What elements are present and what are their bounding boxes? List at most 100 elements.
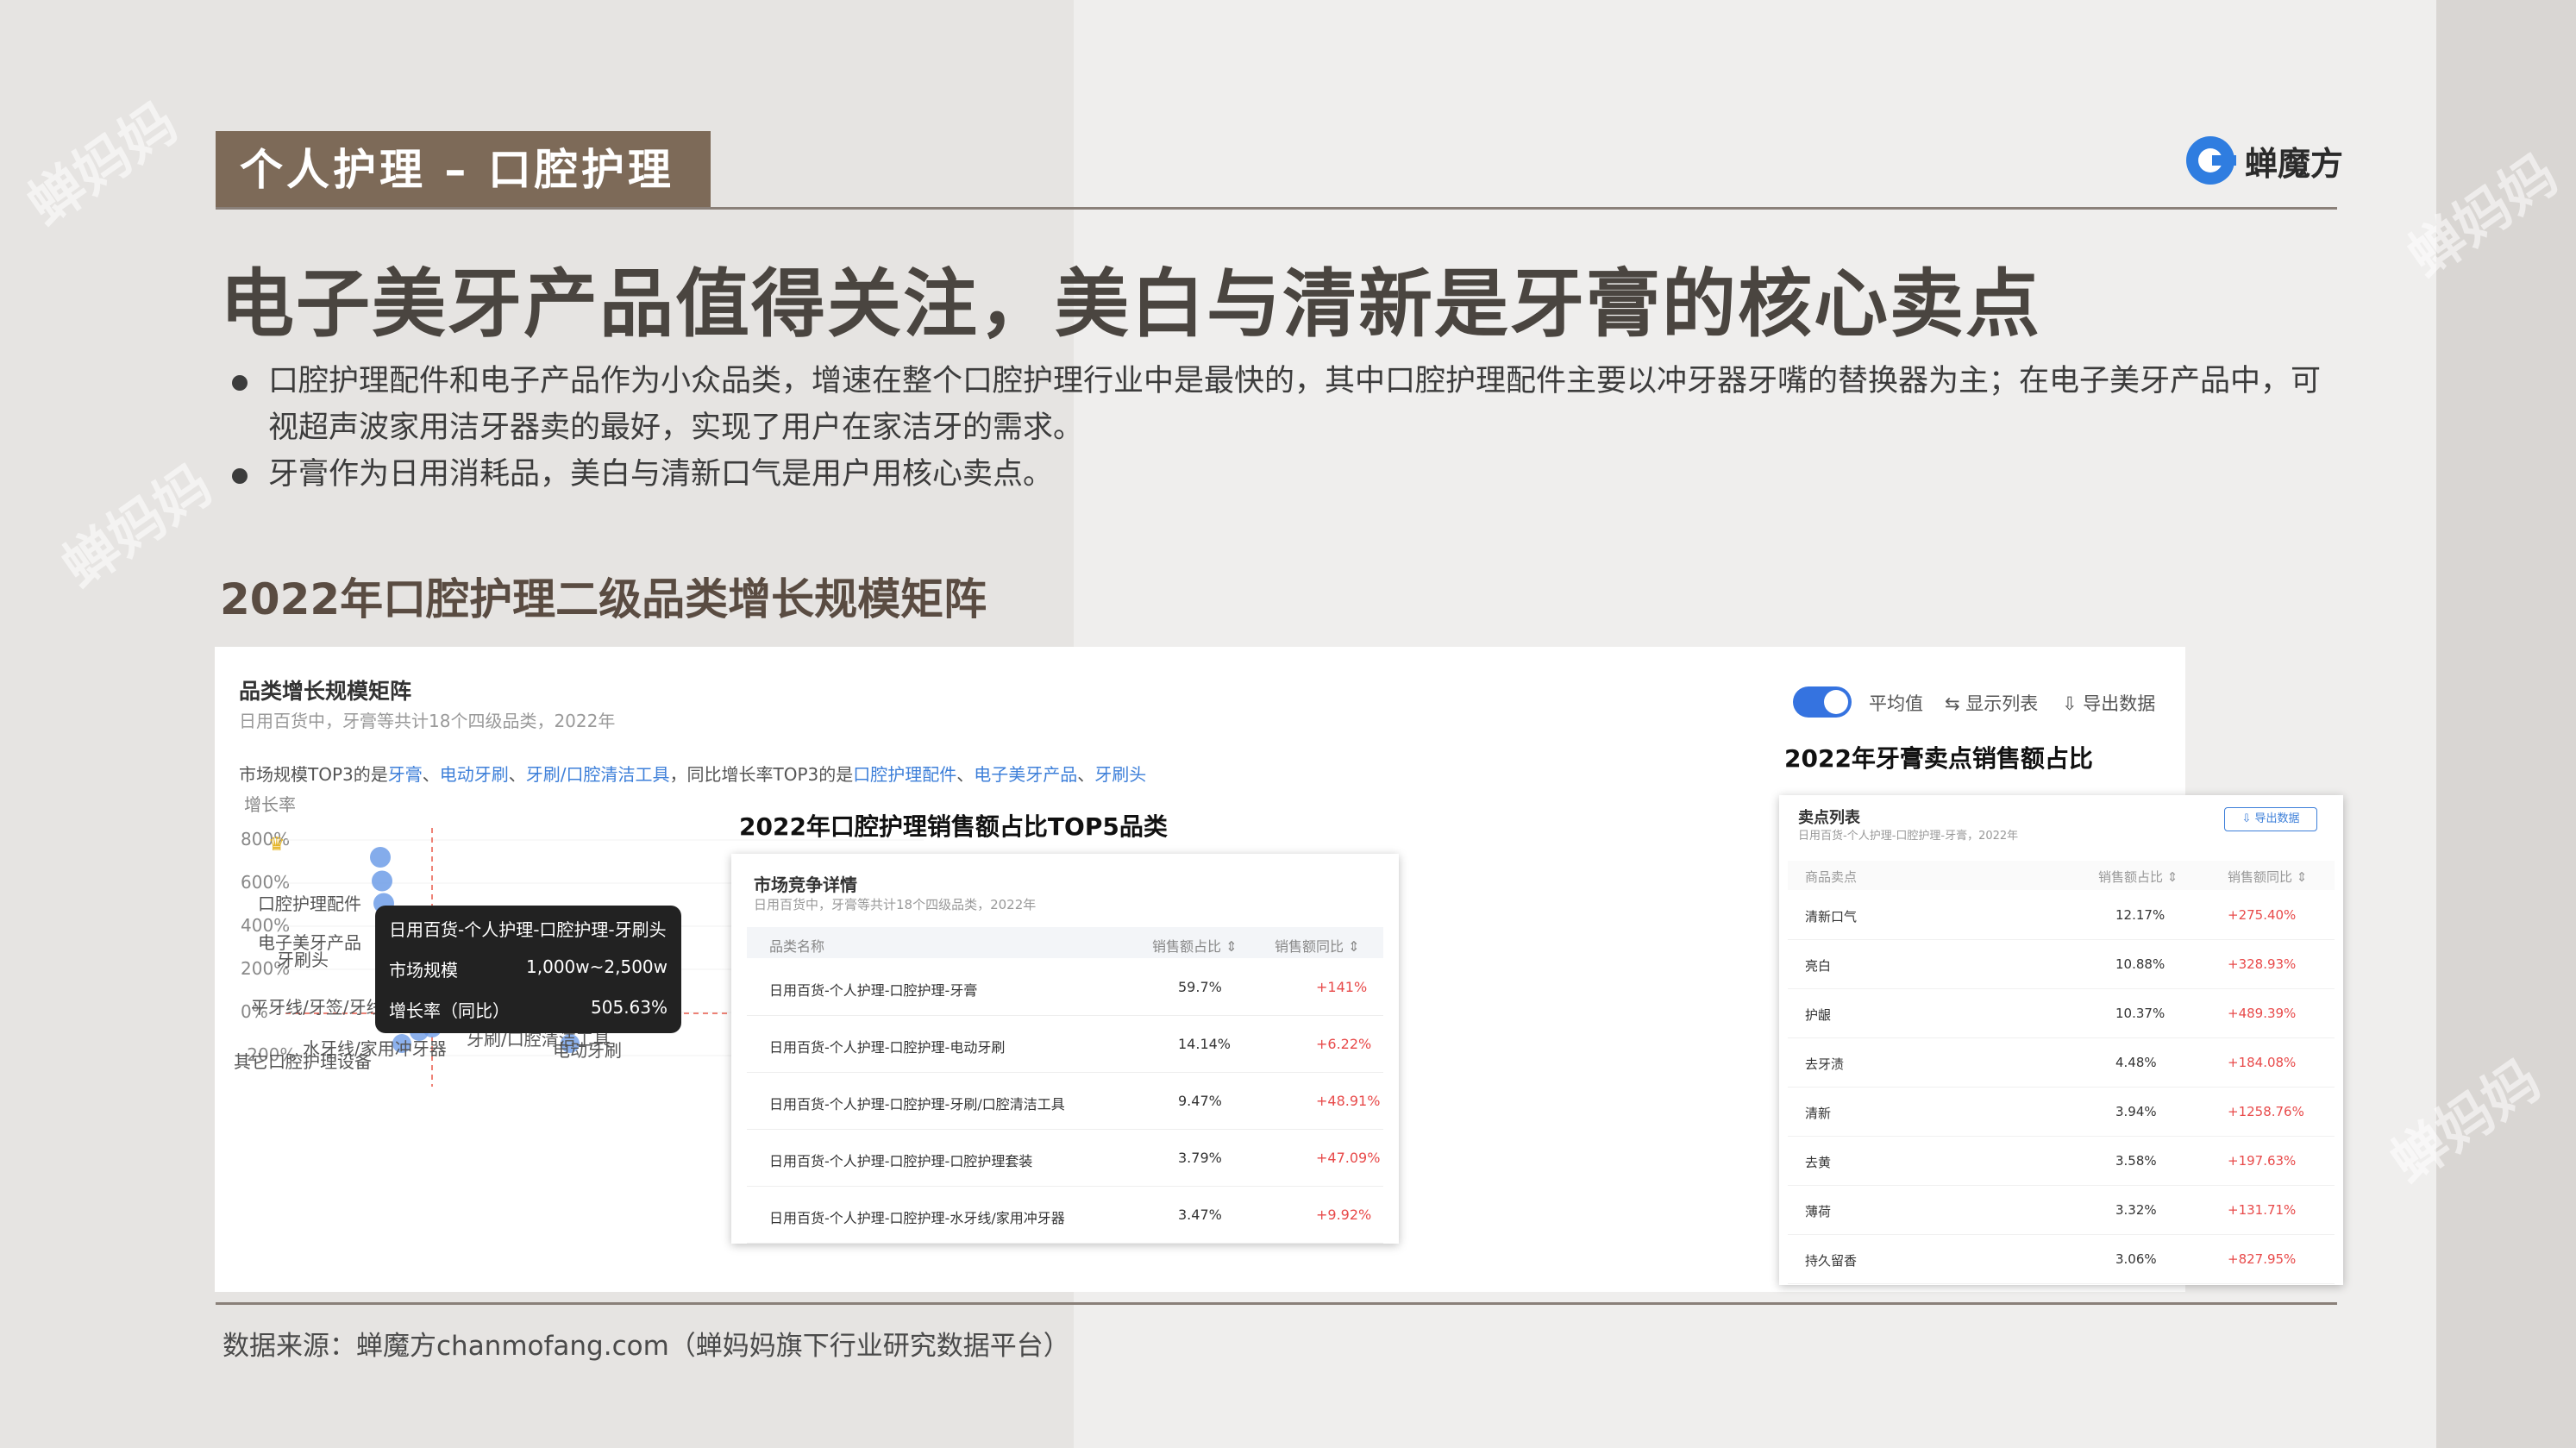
table-row[interactable]: 清新 3.94% +1258.76%	[1788, 1087, 2335, 1137]
sales-yoy: +141%	[1316, 979, 1368, 995]
column-header[interactable]: 销售额同比 ⇕	[2228, 868, 2307, 886]
card-title: 卖点列表	[1798, 809, 1860, 827]
table-row[interactable]: 日用百货-个人护理-口腔护理-牙膏 59.7% +141%	[747, 958, 1383, 1016]
sales-yoy: +131.71%	[2228, 1202, 2297, 1218]
data-point	[370, 847, 391, 868]
table-row[interactable]: 清新口气 12.17% +275.40%	[1788, 890, 2335, 940]
selling-point: 清新	[1805, 1106, 1832, 1121]
right-table-heading: 2022年牙膏卖点销售额占比	[1784, 744, 2093, 773]
sales-yoy: +47.09%	[1316, 1150, 1381, 1166]
section-title: 2022年口腔护理二级品类增长规模矩阵	[220, 574, 987, 624]
source-note: 数据来源：蝉魔方chanmofang.com（蝉妈妈旗下行业研究数据平台）	[223, 1331, 1070, 1362]
sales-share: 3.79%	[1178, 1150, 1222, 1166]
table-row[interactable]: 日用百货-个人护理-口腔护理-口腔护理套装 3.79% +47.09%	[747, 1129, 1383, 1187]
category-name: 日用百货-个人护理-口腔护理-牙膏	[769, 982, 978, 999]
point-label: 牙刷头	[277, 950, 329, 970]
table-row[interactable]: 去牙渍 4.48% +184.08%	[1788, 1037, 2335, 1088]
brand-logo: 蝉魔方	[2186, 136, 2343, 185]
category-name: 日用百货-个人护理-口腔护理-电动牙刷	[769, 1039, 1006, 1056]
category-link[interactable]: 牙刷头	[1094, 764, 1146, 785]
matrix-subtitle: 日用百货中，牙膏等共计18个四级品类，2022年	[239, 711, 616, 731]
category-link[interactable]: 牙刷/口腔清洁工具	[526, 764, 670, 785]
selling-point: 去黄	[1805, 1155, 1832, 1170]
sales-share: 3.06%	[2115, 1251, 2157, 1267]
section-tag: 个人护理 – 口腔护理	[216, 131, 711, 209]
sales-share: 4.48%	[2115, 1055, 2157, 1070]
tooltip-key: 增长率（同比）	[389, 1000, 510, 1021]
table-row[interactable]: 亮白 10.88% +328.93%	[1788, 939, 2335, 989]
selling-point: 亮白	[1805, 958, 1832, 974]
sales-yoy: +1258.76%	[2228, 1104, 2304, 1119]
selling-point: 去牙渍	[1805, 1056, 1845, 1072]
header-divider	[216, 207, 2337, 210]
summary-text: 市场规模TOP3的是	[239, 764, 388, 785]
card-subtitle: 日用百货-个人护理-口腔护理-牙膏，2022年	[1798, 830, 2019, 843]
table-row[interactable]: 薄荷 3.32% +131.71%	[1788, 1185, 2335, 1235]
export-data-button[interactable]: ⇩ 导出数据	[2224, 807, 2317, 831]
tooltip-value: 1,000w~2,500w	[526, 956, 668, 977]
data-point	[372, 870, 392, 892]
selling-point: 护龈	[1805, 1007, 1832, 1023]
table-header: 商品卖点 销售额占比 ⇕ 销售额同比 ⇕	[1788, 861, 2335, 890]
point-label: 其它口腔护理设备	[234, 1051, 372, 1072]
average-toggle[interactable]	[1793, 686, 1852, 718]
sales-share: 3.32%	[2115, 1202, 2157, 1218]
column-header: 商品卖点	[1805, 869, 1858, 885]
logo-icon	[2186, 136, 2236, 185]
bullet-item: 口腔护理配件和电子产品作为小众品类，增速在整个口腔护理行业中是最快的，其中口腔护…	[229, 358, 2333, 451]
table-row[interactable]: 持久留香 3.06% +827.95%	[1788, 1234, 2335, 1284]
watermark: 蝉妈妈	[51, 453, 224, 601]
sales-share: 3.47%	[1178, 1207, 1222, 1223]
sales-share: 59.7%	[1178, 979, 1222, 995]
export-data-button[interactable]: ⇩ 导出数据	[2062, 690, 2155, 716]
tooltip-title: 日用百货-个人护理-口腔护理-牙刷头	[389, 919, 667, 940]
sales-yoy: +197.63%	[2228, 1153, 2297, 1169]
sales-share: 14.14%	[1178, 1036, 1232, 1052]
matrix-summary: 市场规模TOP3的是牙膏、电动牙刷、牙刷/口腔清洁工具，同比增长率TOP3的是口…	[239, 764, 1147, 785]
table-row[interactable]: 日用百货-个人护理-口腔护理-牙刷/口腔清洁工具 9.47% +48.91%	[747, 1072, 1383, 1130]
sales-share: 12.17%	[2115, 907, 2165, 923]
card-subtitle: 日用百货中，牙膏等共计18个四级品类，2022年	[754, 897, 1037, 912]
sales-share: 3.58%	[2115, 1153, 2157, 1169]
market-competition-card: 市场竞争详情 日用百货中，牙膏等共计18个四级品类，2022年 品类名称 销售额…	[731, 854, 1399, 1244]
bullet-item: 牙膏作为日用消耗品，美白与清新口气是用户用核心卖点。	[229, 451, 2333, 498]
category-name: 日用百货-个人护理-口腔护理-口腔护理套装	[769, 1153, 1033, 1169]
crown-icon: ♛	[268, 834, 285, 856]
table-row[interactable]: 去黄 3.58% +197.63%	[1788, 1136, 2335, 1186]
category-name: 日用百货-个人护理-口腔护理-牙刷/口腔清洁工具	[769, 1096, 1065, 1113]
chart-tooltip: 日用百货-个人护理-口腔护理-牙刷头 市场规模 1,000w~2,500w 增长…	[375, 906, 681, 1033]
table-row[interactable]: 日用百货-个人护理-口腔护理-水牙线/家用冲牙器 3.47% +9.92%	[747, 1186, 1383, 1244]
background-strip	[2436, 0, 2576, 1448]
y-axis-label: 增长率	[244, 794, 296, 815]
sales-yoy: +48.91%	[1316, 1093, 1381, 1109]
table-header: 品类名称 销售额占比 ⇕ 销售额同比 ⇕	[747, 927, 1383, 958]
sales-yoy: +328.93%	[2228, 956, 2297, 972]
selling-point: 清新口气	[1805, 909, 1858, 925]
summary-text: ，同比增长率TOP3的是	[669, 764, 854, 785]
sales-yoy: +6.22%	[1316, 1036, 1372, 1052]
category-link[interactable]: 电子美牙产品	[974, 764, 1077, 785]
mid-table-heading: 2022年口腔护理销售额占比TOP5品类	[739, 812, 1168, 841]
sales-share: 9.47%	[1178, 1093, 1222, 1109]
card-title: 市场竞争详情	[754, 874, 857, 895]
tooltip-row: 市场规模 1,000w~2,500w	[389, 956, 668, 981]
matrix-title: 品类增长规模矩阵	[239, 679, 412, 704]
show-list-button[interactable]: ⇆ 显示列表	[1945, 690, 2038, 716]
column-header[interactable]: 销售额占比 ⇕	[2098, 868, 2178, 886]
category-link[interactable]: 牙膏	[388, 764, 423, 785]
category-link[interactable]: 口腔护理配件	[853, 764, 956, 785]
logo-text: 蝉魔方	[2245, 144, 2344, 183]
page-title: 电子美牙产品值得关注，美白与清新是牙膏的核心卖点	[220, 261, 2041, 348]
column-header[interactable]: 销售额占比 ⇕	[1152, 935, 1238, 956]
table-row[interactable]: 护龈 10.37% +489.39%	[1788, 988, 2335, 1038]
sales-share: 10.88%	[2115, 956, 2165, 972]
selling-point: 持久留香	[1805, 1253, 1858, 1269]
column-header: 品类名称	[769, 938, 825, 955]
sales-share: 3.94%	[2115, 1104, 2157, 1119]
column-header[interactable]: 销售额同比 ⇕	[1275, 935, 1360, 956]
category-link[interactable]: 电动牙刷	[440, 764, 509, 785]
point-label: 电动牙刷	[553, 1040, 622, 1061]
tooltip-value: 505.63%	[591, 997, 668, 1018]
sales-yoy: +9.92%	[1316, 1207, 1372, 1223]
table-row[interactable]: 日用百货-个人护理-口腔护理-电动牙刷 14.14% +6.22%	[747, 1015, 1383, 1073]
